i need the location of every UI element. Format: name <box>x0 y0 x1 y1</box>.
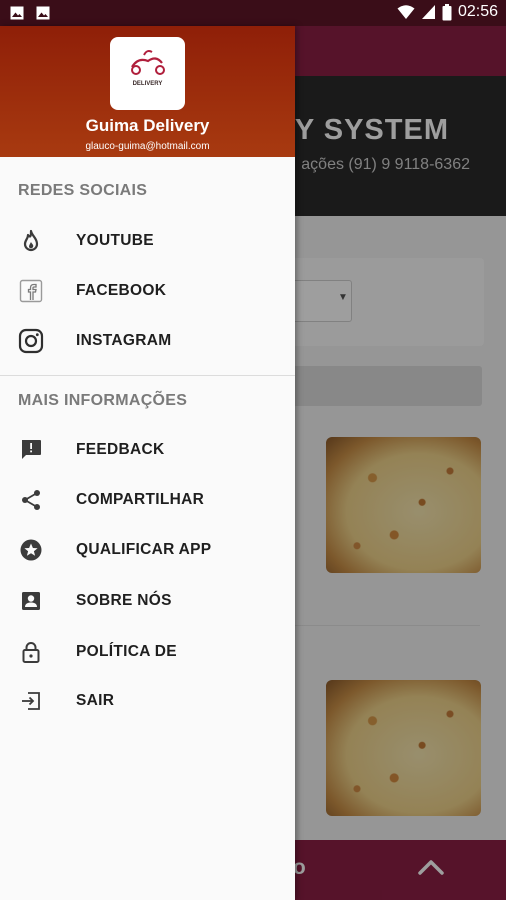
menu-label-exit: SAIR <box>76 692 115 709</box>
drawer-header: DELIVERY Guima Delivery glauco-guima@hot… <box>0 26 295 157</box>
menu-label-about-us: SOBRE NÓS <box>76 592 172 609</box>
menu-label-facebook: FACEBOOK <box>76 282 167 299</box>
section-header-info: MAIS INFORMAÇÕES <box>18 392 188 409</box>
facebook-icon <box>18 278 44 304</box>
status-bar: 02:56 <box>0 0 506 26</box>
menu-item-about-us[interactable]: SOBRE NÓS <box>0 577 295 625</box>
menu-item-facebook[interactable]: FACEBOOK <box>0 267 295 315</box>
menu-item-instagram[interactable]: INSTAGRAM <box>0 317 295 365</box>
section-header-social: REDES SOCIAIS <box>18 182 148 199</box>
scooter-logo-icon <box>131 50 165 75</box>
menu-label-share: COMPARTILHAR <box>76 491 205 508</box>
battery-icon <box>442 3 452 20</box>
star-icon <box>18 537 44 563</box>
menu-label-instagram: INSTAGRAM <box>76 332 172 349</box>
instagram-icon <box>18 328 44 354</box>
menu-label-rate-app: QUALIFICAR APP <box>76 541 212 558</box>
menu-item-privacy-policy[interactable]: POLÍTICA DE <box>0 628 295 676</box>
lock-icon <box>18 639 44 665</box>
signal-icon <box>421 5 435 19</box>
image-icon <box>36 6 50 20</box>
flame-icon <box>18 228 44 254</box>
logo-text: DELIVERY <box>132 81 163 87</box>
app-logo: DELIVERY <box>110 37 185 110</box>
menu-item-rate-app[interactable]: QUALIFICAR APP <box>0 526 295 574</box>
menu-item-exit[interactable]: SAIR <box>0 677 295 725</box>
section-divider <box>0 375 295 376</box>
navigation-drawer: DELIVERY Guima Delivery glauco-guima@hot… <box>0 26 295 900</box>
menu-label-privacy-policy: POLÍTICA DE <box>76 643 177 660</box>
menu-label-youtube: YOUTUBE <box>76 232 154 249</box>
exit-icon <box>18 688 44 714</box>
image-icon <box>10 6 24 20</box>
menu-item-feedback[interactable]: FEEDBACK <box>0 426 295 474</box>
wifi-icon <box>397 5 415 19</box>
contact-icon <box>18 588 44 614</box>
menu-item-share[interactable]: COMPARTILHAR <box>0 476 295 524</box>
menu-label-feedback: FEEDBACK <box>76 441 165 458</box>
status-time: 02:56 <box>457 3 498 20</box>
menu-item-youtube[interactable]: YOUTUBE <box>0 217 295 265</box>
app-name: Guima Delivery <box>85 116 210 135</box>
feedback-icon <box>18 437 44 463</box>
user-email: glauco-guima@hotmail.com <box>85 141 210 152</box>
share-icon <box>18 487 44 513</box>
